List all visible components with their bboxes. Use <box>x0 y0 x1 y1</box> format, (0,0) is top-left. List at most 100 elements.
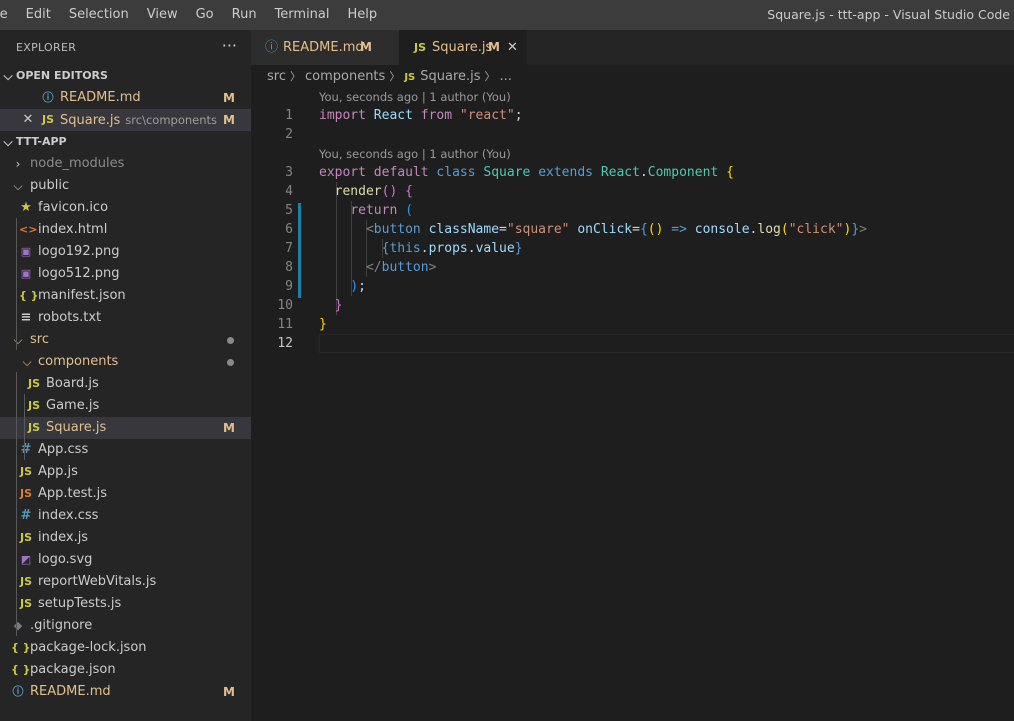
tab-label: Square.js <box>432 40 493 55</box>
line-number: 5 <box>285 203 293 218</box>
file-label: package-lock.json <box>30 640 147 655</box>
line-number: 8 <box>285 260 293 275</box>
code-line: import React from "react"; <box>319 106 523 125</box>
js-icon: JS <box>27 421 40 434</box>
text-file-icon: ≡ <box>20 310 32 325</box>
code-token: { <box>405 184 413 199</box>
code-token: . <box>420 241 429 256</box>
code-token: import <box>319 108 366 123</box>
file-report[interactable]: JS reportWebVitals.js <box>0 571 251 593</box>
code-token: class <box>436 165 476 180</box>
file-label: Square.js <box>46 420 107 435</box>
json-icon: { } <box>11 663 31 676</box>
code-line: render() { <box>319 182 413 201</box>
tab-label: README.md <box>283 40 364 55</box>
folder-public[interactable]: ⌵ public <box>0 175 251 197</box>
menu-terminal[interactable]: Terminal <box>266 0 339 30</box>
code-line: <button className="square" onClick={() =… <box>319 220 867 239</box>
menu-help[interactable]: Help <box>339 0 387 30</box>
breadcrumb-components[interactable]: components <box>305 69 385 84</box>
file-square[interactable]: JS Square.js M <box>0 417 251 439</box>
more-actions-icon[interactable]: ··· <box>222 36 237 55</box>
menu-edit[interactable]: Edit <box>17 0 60 30</box>
tab-bar: ⓘ README.md M JS Square.js M ✕ <box>251 30 1014 65</box>
folder-components[interactable]: ⌵ components <box>0 351 251 373</box>
line-number: 12 <box>277 336 293 351</box>
codelens-blame[interactable]: You, seconds ago | 1 author (You) <box>319 145 511 164</box>
file-logo192[interactable]: ▣ logo192.png <box>0 241 251 263</box>
code-line: export default class Square extends Reac… <box>319 163 734 182</box>
file-label: README.md <box>30 684 111 699</box>
close-icon[interactable]: ✕ <box>507 30 518 65</box>
line-number: 3 <box>285 165 293 180</box>
json-icon: { } <box>11 641 31 654</box>
open-editor-square[interactable]: ✕ JS Square.js src\components M <box>0 109 251 131</box>
menu-file[interactable]: le <box>0 0 17 30</box>
html-icon: <> <box>19 223 38 236</box>
folder-src[interactable]: ⌵ src <box>0 329 251 351</box>
star-icon: ★ <box>20 200 32 215</box>
code-token: console <box>694 222 750 237</box>
git-icon: ◆ <box>13 619 23 632</box>
chevron-down-icon: ⌵ <box>13 179 23 193</box>
folder-label: src <box>30 332 49 347</box>
menu-run[interactable]: Run <box>223 0 266 30</box>
file-package[interactable]: { } package.json <box>0 659 251 681</box>
code-token: } <box>851 222 860 237</box>
file-index-css[interactable]: # index.css <box>0 505 251 527</box>
line-number: 7 <box>285 241 293 256</box>
file-favicon[interactable]: ★ favicon.ico <box>0 197 251 219</box>
code-token: log <box>757 222 781 237</box>
tab-square[interactable]: JS Square.js M ✕ <box>399 30 527 65</box>
code-token: ; <box>514 108 523 123</box>
file-label: logo512.png <box>38 266 120 281</box>
file-readme[interactable]: ⓘ README.md M <box>0 681 251 703</box>
indent-guide <box>16 218 17 350</box>
chevron-right-icon: 〉 <box>289 70 301 83</box>
close-icon[interactable]: ✕ <box>22 109 34 131</box>
file-game[interactable]: JS Game.js <box>0 395 251 417</box>
breadcrumb-symbol[interactable]: ... <box>500 69 512 84</box>
menu-go[interactable]: Go <box>187 0 223 30</box>
file-board[interactable]: JS Board.js <box>0 373 251 395</box>
file-setup[interactable]: JS setupTests.js <box>0 593 251 615</box>
breadcrumb-file[interactable]: Square.js <box>420 69 480 84</box>
code-token: </ <box>365 260 382 275</box>
folder-node-modules[interactable]: › node_modules <box>0 153 251 175</box>
menu-selection[interactable]: Selection <box>60 0 138 30</box>
file-logo512[interactable]: ▣ logo512.png <box>0 263 251 285</box>
file-label: App.css <box>38 442 89 457</box>
js-icon: JS <box>414 41 427 54</box>
code-token: props <box>428 241 468 256</box>
js-icon: JS <box>19 531 32 544</box>
menu-view[interactable]: View <box>138 0 187 30</box>
modified-badge: M <box>223 421 235 435</box>
file-app-js[interactable]: JS App.js <box>0 461 251 483</box>
code-editor[interactable]: You, seconds ago | 1 author (You) You, s… <box>251 88 1014 721</box>
open-editors-header[interactable]: ⌵ OPEN EDITORS <box>0 65 251 87</box>
file-label: manifest.json <box>38 288 126 303</box>
project-header[interactable]: ⌵ TTT-APP <box>0 131 251 153</box>
file-index-html[interactable]: <> index.html <box>0 219 251 241</box>
modified-badge: M <box>488 40 500 54</box>
file-app-css[interactable]: # App.css <box>0 439 251 461</box>
code-token: { <box>639 222 648 237</box>
modified-badge: M <box>223 91 235 105</box>
file-package-lock[interactable]: { } package-lock.json <box>0 637 251 659</box>
file-manifest[interactable]: { } manifest.json <box>0 285 251 307</box>
open-editor-readme[interactable]: ⓘ README.md M <box>0 87 251 109</box>
code-token: ( <box>780 222 789 237</box>
file-robots[interactable]: ≡ robots.txt <box>0 307 251 329</box>
code-token: "react" <box>459 108 515 123</box>
breadcrumb-src[interactable]: src <box>267 69 286 84</box>
code-token: { <box>726 165 734 180</box>
tab-readme[interactable]: ⓘ README.md M <box>251 30 399 65</box>
chevron-down-icon: ⌵ <box>22 355 32 369</box>
image-icon: ▣ <box>20 267 32 280</box>
code-token: render <box>334 184 382 199</box>
file-app-test[interactable]: JS App.test.js <box>0 483 251 505</box>
file-gitignore[interactable]: ◆ .gitignore <box>0 615 251 637</box>
file-logo-svg[interactable]: ◩ logo.svg <box>0 549 251 571</box>
codelens-blame[interactable]: You, seconds ago | 1 author (You) <box>319 88 511 107</box>
file-index-js[interactable]: JS index.js <box>0 527 251 549</box>
